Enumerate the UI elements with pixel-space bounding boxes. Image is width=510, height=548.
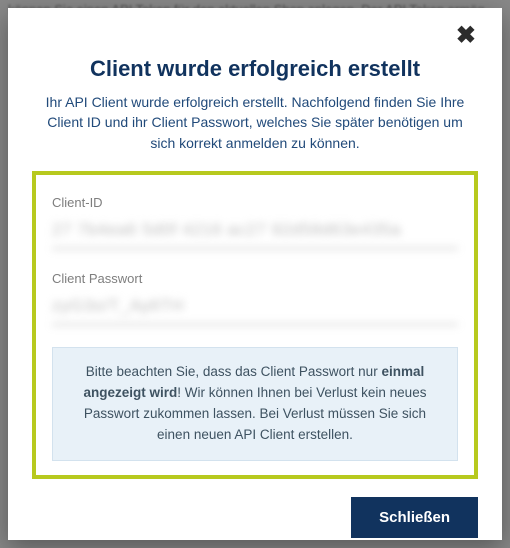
button-row: Schließen <box>32 497 478 538</box>
close-button[interactable]: Schließen <box>351 497 478 538</box>
client-id-label: Client-ID <box>52 195 458 210</box>
credentials-box: Client-ID 27 7b4ea6 5d0f 4216 ac27 92d58… <box>32 171 478 479</box>
modal-dialog: ✖ Client wurde erfolgreich erstellt Ihr … <box>8 8 502 540</box>
client-password-label: Client Passwort <box>52 271 458 286</box>
client-id-value: 27 7b4ea6 5d0f 4216 ac27 92d58d63e435a <box>52 214 458 249</box>
notice-pre: Bitte beachten Sie, dass das Client Pass… <box>86 364 382 379</box>
close-row: ✖ <box>32 22 478 50</box>
client-password-value: zyG3o/T_Ay6TH <box>52 290 458 325</box>
modal-title: Client wurde erfolgreich erstellt <box>32 56 478 82</box>
close-icon[interactable]: ✖ <box>454 22 478 50</box>
modal-description: Ihr API Client wurde erfolgreich erstell… <box>32 92 478 171</box>
notice-box: Bitte beachten Sie, dass das Client Pass… <box>52 347 458 461</box>
